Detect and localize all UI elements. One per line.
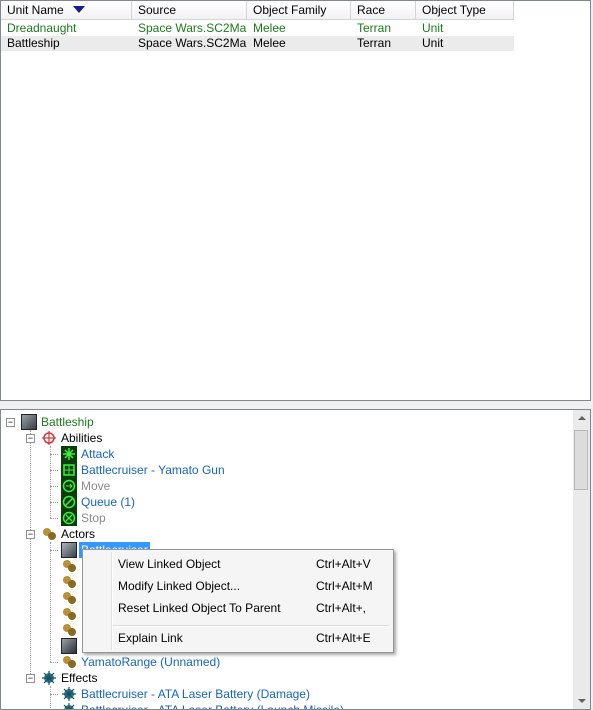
tree-node-ata-laser-launch[interactable]: Battlecruiser - ATA Laser Battery (Launc… <box>1 702 561 710</box>
column-header-unit-name[interactable]: Unit Name <box>1 1 132 19</box>
actor-icon <box>63 624 76 636</box>
menu-item-view-linked-object[interactable]: View Linked Object Ctrl+Alt+V <box>85 553 391 575</box>
menu-item-label: View Linked Object <box>118 557 221 571</box>
tree-node-label: Actors <box>61 527 96 541</box>
cell-object-type: Unit <box>422 21 444 35</box>
abilities-crosshair-icon <box>42 431 56 445</box>
column-header-label: Unit Name <box>7 3 64 17</box>
collapse-icon[interactable]: − <box>6 418 15 427</box>
tree-node-label: Battlecruiser - ATA Laser Battery (Damag… <box>81 687 310 701</box>
object-list[interactable]: Unit Name Source Object Family Race Obje… <box>0 0 591 401</box>
cell-race: Terran <box>357 21 392 35</box>
actors-icon <box>43 528 56 540</box>
column-header-race[interactable]: Race <box>351 1 416 19</box>
cell-object-type: Unit <box>422 36 444 50</box>
tree-node-stop[interactable]: Stop <box>1 510 561 526</box>
tree-node-yamatorange[interactable]: YamatoRange (Unnamed) <box>1 654 561 670</box>
panel-splitter[interactable] <box>0 401 593 409</box>
move-ability-icon <box>61 478 77 494</box>
vertical-scrollbar[interactable] <box>573 410 590 709</box>
actor-icon <box>63 560 76 572</box>
tree-node-battleship[interactable]: − Battleship <box>1 414 561 430</box>
table-row[interactable]: Battleship Space Wars.SC2Map Melee Terra… <box>1 36 514 51</box>
tree-node-actors[interactable]: − Actors <box>1 526 561 542</box>
collapse-icon[interactable]: − <box>26 434 35 443</box>
tree-node-yamato-gun[interactable]: Battlecruiser - Yamato Gun <box>1 462 561 478</box>
menu-item-label: Reset Linked Object To Parent <box>118 601 281 615</box>
cell-source: Space Wars.SC2Map <box>138 21 247 35</box>
actor-icon <box>63 656 76 668</box>
column-header-object-type[interactable]: Object Type <box>416 1 514 19</box>
table-row[interactable]: Dreadnaught Space Wars.SC2Map Melee Terr… <box>1 21 514 36</box>
tree-node-label: Effects <box>61 671 98 685</box>
column-header-source[interactable]: Source <box>132 1 247 19</box>
tree-node-queue[interactable]: Queue (1) <box>1 494 561 510</box>
collapse-icon[interactable]: − <box>26 674 35 683</box>
column-header-label: Object Type <box>422 3 486 17</box>
tree-node-label: Abilities <box>61 431 103 445</box>
menu-item-shortcut: Ctrl+Alt+M <box>316 579 373 593</box>
unit-portrait-icon <box>61 638 77 654</box>
tree-node-label: Move <box>81 479 111 493</box>
tree-connector <box>50 542 51 662</box>
battlecruiser-actor-icon <box>61 542 77 558</box>
tree-node-abilities[interactable]: − Abilities <box>1 430 561 446</box>
cell-unit-name: Battleship <box>7 36 60 50</box>
cell-race: Terran <box>357 36 392 50</box>
effect-icon <box>63 703 75 709</box>
context-menu: View Linked Object Ctrl+Alt+V Modify Lin… <box>82 549 394 653</box>
scroll-thumb[interactable] <box>574 430 588 490</box>
tree-node-attack[interactable]: Attack <box>1 446 561 462</box>
sort-descending-icon <box>73 6 85 13</box>
tree-node-label: Queue (1) <box>81 495 136 509</box>
tree-node-move[interactable]: Move <box>1 478 561 494</box>
scroll-down-button[interactable] <box>573 692 590 709</box>
tree-node-label: Battlecruiser - ATA Laser Battery (Launc… <box>81 703 344 710</box>
tree-node-ata-laser-damage[interactable]: Battlecruiser - ATA Laser Battery (Damag… <box>1 686 561 702</box>
queue-ability-icon <box>61 494 77 510</box>
column-header-label: Source <box>138 3 177 17</box>
menu-item-shortcut: Ctrl+Alt+V <box>316 557 371 571</box>
arrow-down-icon <box>578 699 586 703</box>
effect-icon <box>62 687 76 701</box>
column-header-label: Object Family <box>253 3 327 17</box>
attack-ability-icon <box>61 446 77 462</box>
column-header-object-family[interactable]: Object Family <box>247 1 351 19</box>
menu-item-label: Explain Link <box>118 631 183 645</box>
tree-node-label: Battlecruiser - Yamato Gun <box>81 463 225 477</box>
cell-object-family: Melee <box>253 21 286 35</box>
cell-unit-name: Dreadnaught <box>7 21 77 35</box>
menu-item-modify-linked-object[interactable]: Modify Linked Object... Ctrl+Alt+M <box>85 575 391 597</box>
actor-icon <box>63 576 76 588</box>
tree-node-label: Battleship <box>41 415 94 429</box>
menu-item-reset-linked-object[interactable]: Reset Linked Object To Parent Ctrl+Alt+, <box>85 597 391 619</box>
arrow-up-icon <box>578 416 586 420</box>
tree-node-label: Stop <box>81 511 106 525</box>
tree-node-label: Attack <box>81 447 115 461</box>
cell-object-family: Melee <box>253 36 286 50</box>
menu-item-shortcut: Ctrl+Alt+, <box>316 601 367 615</box>
tree-node-label: YamatoRange (Unnamed) <box>81 655 221 669</box>
menu-item-label: Modify Linked Object... <box>118 579 241 593</box>
column-header-label: Race <box>357 3 386 17</box>
collapse-icon[interactable]: − <box>26 530 35 539</box>
battleship-unit-icon <box>21 414 37 430</box>
actor-icon <box>63 608 76 620</box>
menu-item-explain-link[interactable]: Explain Link Ctrl+Alt+E <box>85 627 391 649</box>
actor-icon <box>63 592 76 604</box>
effects-icon <box>42 671 56 685</box>
column-header-row: Unit Name Source Object Family Race Obje… <box>1 1 514 20</box>
scroll-up-button[interactable] <box>573 410 590 427</box>
stop-ability-icon <box>61 510 77 526</box>
yamato-gun-ability-icon <box>61 462 77 478</box>
menu-item-shortcut: Ctrl+Alt+E <box>316 631 371 645</box>
tree-node-effects[interactable]: − Effects <box>1 670 561 686</box>
cell-source: Space Wars.SC2Map <box>138 36 247 50</box>
